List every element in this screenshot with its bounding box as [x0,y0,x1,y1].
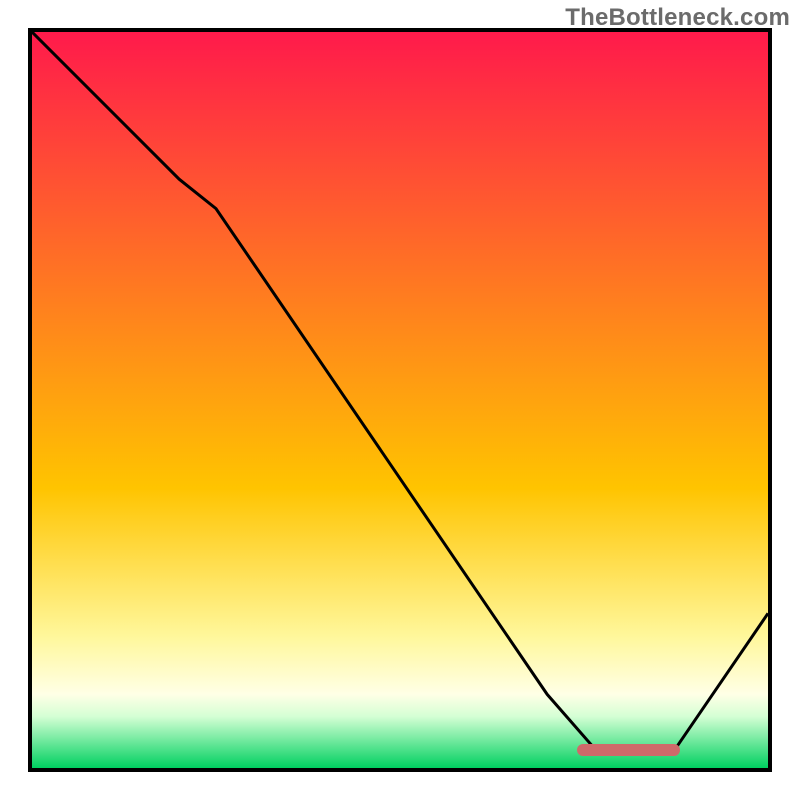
chart-frame: TheBottleneck.com [0,0,800,800]
optimal-range-marker [577,744,680,756]
plot-border [28,28,772,772]
plot-svg [32,32,768,768]
